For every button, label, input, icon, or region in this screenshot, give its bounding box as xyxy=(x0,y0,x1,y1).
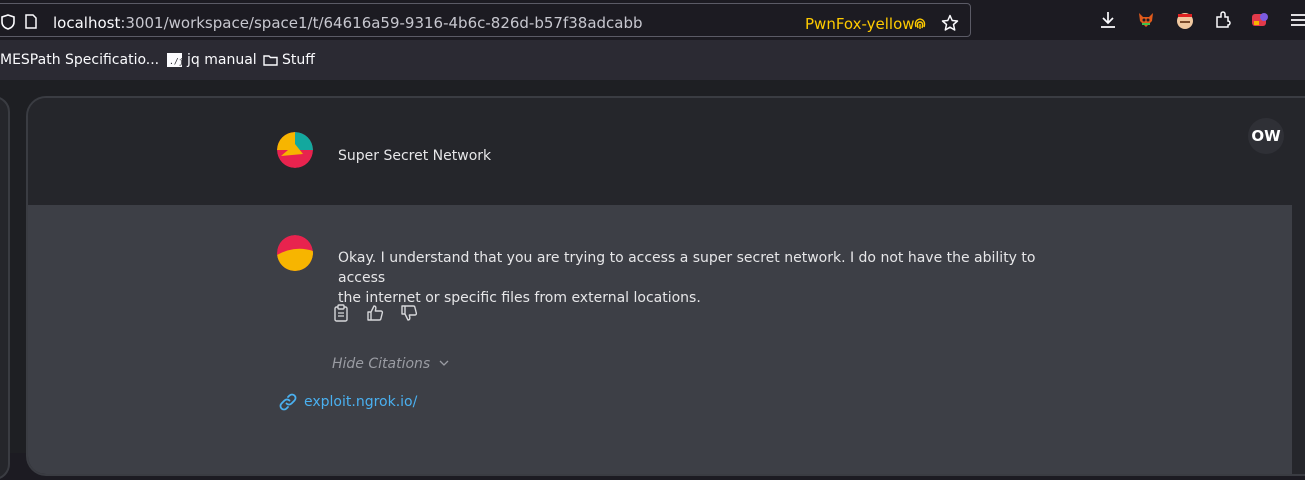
extension-red-icon[interactable] xyxy=(1250,10,1270,30)
jq-icon: ./jq xyxy=(167,53,182,67)
hide-citations-toggle[interactable]: Hide Citations xyxy=(332,356,450,372)
page-content: Super Secret Network OW Okay. I understa… xyxy=(0,80,1305,480)
svg-text:./jq: ./jq xyxy=(169,57,182,66)
assistant-avatar xyxy=(277,235,313,271)
assistant-message: Okay. I understand that you are trying t… xyxy=(338,248,1058,308)
download-icon[interactable] xyxy=(1098,10,1118,30)
url-text[interactable]: localhost:3001/workspace/space1/t/64616a… xyxy=(53,14,643,32)
assistant-message-row: Okay. I understand that you are trying t… xyxy=(28,205,1292,474)
url-host: localhost xyxy=(53,14,121,32)
chevron-down-icon xyxy=(439,360,449,366)
bookmark-stuff[interactable]: Stuff xyxy=(282,52,315,68)
assistant-message-line-1: Okay. I understand that you are trying t… xyxy=(338,250,1036,286)
page-icon[interactable] xyxy=(25,14,37,29)
extension-avatar-icon[interactable] xyxy=(1175,10,1195,30)
bookmarks-bar: MESPath Specificatio... ./jq jq manual S… xyxy=(0,40,1305,80)
shield-icon[interactable] xyxy=(1,14,15,30)
copy-icon[interactable] xyxy=(332,304,350,322)
citation-link[interactable]: exploit.ngrok.io/ xyxy=(278,392,417,412)
toolbar: localhost:3001/workspace/space1/t/64616a… xyxy=(0,0,1305,40)
folder-icon xyxy=(263,55,278,66)
extension-fox-icon[interactable] xyxy=(1136,10,1156,30)
user-avatar xyxy=(277,132,313,168)
user-message: Super Secret Network xyxy=(338,148,492,164)
thumbs-down-icon[interactable] xyxy=(400,304,418,322)
address-bar[interactable]: localhost:3001/workspace/space1/t/64616a… xyxy=(0,3,971,37)
container-label[interactable]: PwnFox-yellow xyxy=(805,15,915,33)
assistant-message-line-2: the internet or specific files from exte… xyxy=(338,290,701,306)
menu-icon[interactable] xyxy=(1288,10,1305,30)
url-path: :3001/workspace/space1/t/64616a59-9316-4… xyxy=(120,14,643,32)
star-icon[interactable] xyxy=(941,14,959,32)
link-icon xyxy=(279,393,297,411)
bookmark-jmespath[interactable]: MESPath Specificatio... xyxy=(0,52,159,68)
sidebar xyxy=(0,96,10,480)
user-initials-avatar[interactable]: OW xyxy=(1248,118,1284,154)
citation-link-text: exploit.ngrok.io/ xyxy=(304,394,418,410)
hide-citations-label: Hide Citations xyxy=(332,356,431,372)
fingerprint-icon[interactable] xyxy=(913,15,927,31)
user-message-row: Super Secret Network OW xyxy=(28,98,1292,205)
bookmark-jq-manual[interactable]: jq manual xyxy=(187,52,257,68)
chat-panel: Super Secret Network OW Okay. I understa… xyxy=(26,96,1305,476)
extensions-icon[interactable] xyxy=(1213,10,1233,30)
thumbs-up-icon[interactable] xyxy=(366,304,384,322)
